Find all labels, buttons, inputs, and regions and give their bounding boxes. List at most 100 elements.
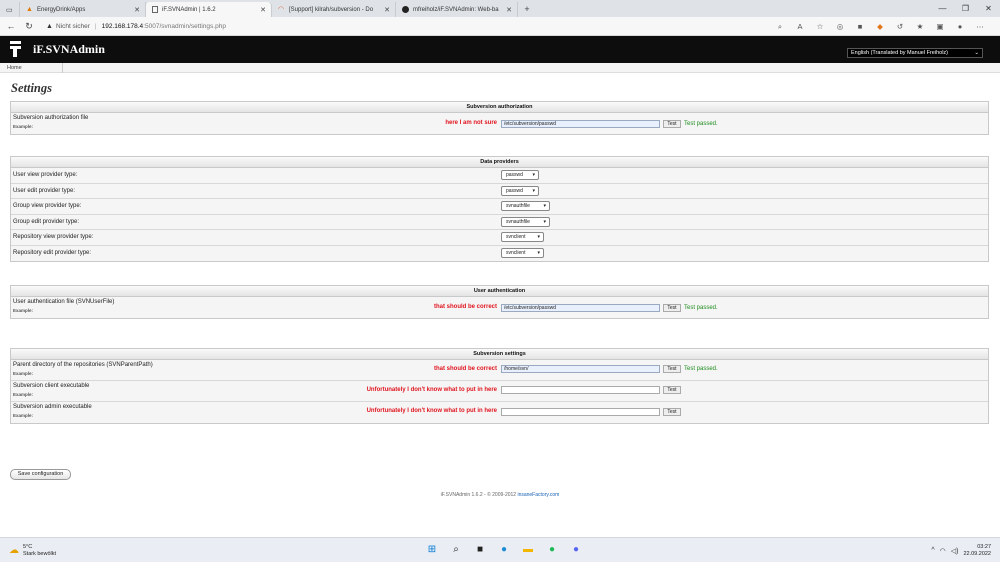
close-window-icon[interactable]: ✕ bbox=[977, 4, 1000, 13]
settings-row: Parent directory of the repositories (SV… bbox=[11, 360, 988, 381]
chevron-down-icon: ⌄ bbox=[974, 50, 979, 56]
github-icon bbox=[402, 6, 409, 13]
taskbar-apps: ⊞ ⌕ ■ ● ▬ ● ● bbox=[424, 543, 592, 556]
test-button[interactable]: Test bbox=[663, 365, 681, 373]
section-title: Subversion settings bbox=[11, 349, 988, 360]
tab-support-forum[interactable]: ◠ [Support] kilrah/subversion - Do ✕ bbox=[272, 2, 396, 17]
close-icon[interactable]: ✕ bbox=[506, 6, 512, 14]
setting-label: Repository view provider type: bbox=[13, 234, 94, 240]
warning-icon: ▲ bbox=[46, 22, 53, 30]
provider-select[interactable]: svnclient ▾ bbox=[501, 232, 544, 242]
provider-select[interactable]: passwd ▾ bbox=[501, 185, 539, 196]
tab-github[interactable]: mfreiholz/iF.SVNAdmin: Web-ba ✕ bbox=[396, 2, 518, 17]
discord-icon[interactable]: ● bbox=[568, 543, 584, 556]
tab-label: iF.SVNAdmin | 1.6.2 bbox=[162, 6, 216, 13]
favorites-icon[interactable]: ★ bbox=[910, 22, 930, 31]
tab-label: EnergyDrink/Apps bbox=[37, 6, 86, 13]
task-view-icon[interactable]: ■ bbox=[472, 543, 488, 556]
settings-row: Repository edit provider type: svnclient… bbox=[11, 245, 988, 261]
tab-label: mfreiholz/iF.SVNAdmin: Web-ba bbox=[413, 6, 499, 13]
refresh-extension-icon[interactable]: ↺ bbox=[890, 22, 910, 31]
language-select-value: English (Translated by Manuel Freiholz) bbox=[851, 50, 949, 56]
annotation-note: here I am not sure bbox=[445, 120, 497, 126]
language-select[interactable]: English (Translated by Manuel Freiholz) … bbox=[847, 48, 983, 58]
select-value: svnclient bbox=[506, 249, 526, 256]
example-label: Example: bbox=[13, 308, 34, 313]
weather-widget[interactable]: ☁ 5°C Stark bewölkt bbox=[9, 544, 56, 557]
url-field[interactable]: ▲ Nicht sicher | 192.168.178.4 :5007/svn… bbox=[46, 23, 226, 30]
spotify-icon[interactable]: ● bbox=[544, 543, 560, 556]
new-tab-button[interactable]: + bbox=[518, 2, 536, 17]
file-explorer-icon[interactable]: ▬ bbox=[520, 543, 536, 556]
close-icon[interactable]: ✕ bbox=[134, 6, 140, 14]
section-subversion-settings: Subversion settings Parent directory of … bbox=[10, 348, 989, 424]
chevron-down-icon: ▾ bbox=[543, 203, 546, 209]
tab-svnadmin[interactable]: iF.SVNAdmin | 1.6.2 ✕ bbox=[146, 2, 272, 17]
svn-admin-executable-input[interactable] bbox=[501, 408, 660, 416]
clock-date: 22.09.2022 bbox=[963, 550, 991, 557]
page-title: Settings bbox=[11, 81, 52, 95]
settings-row: User edit provider type: passwd ▾ bbox=[11, 183, 988, 199]
extension-icon[interactable]: ■ bbox=[850, 22, 870, 31]
extension-icon[interactable]: ◎ bbox=[830, 22, 850, 31]
test-button[interactable]: Test bbox=[663, 120, 681, 128]
select-value: svnauthfile bbox=[506, 218, 530, 225]
tab-energydrink[interactable]: ▲ EnergyDrink/Apps ✕ bbox=[20, 2, 146, 17]
toolbar-icons: ⌕ A ☆ ◎ ■ ◆ ↺ ★ ▣ ● ⋯ bbox=[770, 17, 990, 36]
wifi-icon[interactable]: ◠ bbox=[940, 547, 946, 555]
save-configuration-button[interactable]: Save configuration bbox=[10, 469, 71, 480]
app-title: iF.SVNAdmin bbox=[33, 42, 105, 56]
authorization-file-input[interactable]: /etc/subversion/passwd bbox=[501, 120, 660, 128]
reload-icon[interactable]: ↻ bbox=[22, 21, 36, 32]
minimize-icon[interactable]: — bbox=[931, 4, 954, 13]
back-icon[interactable]: ← bbox=[4, 21, 18, 31]
security-label: Nicht sicher bbox=[55, 22, 90, 30]
settings-row: Repository view provider type: svnclient… bbox=[11, 230, 988, 246]
read-aloud-icon[interactable]: A bbox=[790, 22, 810, 31]
user-file-input[interactable]: /etc/subversion/passwd bbox=[501, 304, 660, 312]
test-button[interactable]: Test bbox=[663, 408, 681, 416]
footer-link[interactable]: insaneFactory.com bbox=[517, 492, 559, 498]
setting-label: Subversion authorization file bbox=[13, 115, 89, 121]
window-controls: — ❐ ✕ bbox=[931, 0, 1000, 17]
setting-label: Repository edit provider type: bbox=[13, 249, 92, 256]
speaker-icon[interactable]: ◁) bbox=[951, 547, 959, 555]
profile-icon[interactable]: ● bbox=[950, 22, 970, 31]
provider-select[interactable]: passwd ▾ bbox=[501, 170, 539, 180]
maximize-icon[interactable]: ❐ bbox=[954, 4, 977, 13]
search-icon[interactable]: ⌕ bbox=[448, 543, 464, 556]
favorite-add-icon[interactable]: ☆ bbox=[810, 22, 830, 31]
metamask-icon[interactable]: ◆ bbox=[870, 22, 890, 31]
tab-actions-button[interactable]: ▭ bbox=[0, 2, 20, 17]
example-label: Example: bbox=[13, 392, 34, 397]
more-icon[interactable]: ⋯ bbox=[970, 22, 990, 31]
collections-icon[interactable]: ▣ bbox=[930, 22, 950, 31]
chevron-down-icon: ▾ bbox=[532, 172, 535, 178]
svn-parent-path-input[interactable]: /home/svn/ bbox=[501, 365, 660, 373]
windows-start-icon[interactable]: ⊞ bbox=[424, 543, 440, 556]
weather-description: Stark bewölkt bbox=[23, 550, 57, 557]
close-icon[interactable]: ✕ bbox=[260, 6, 266, 14]
select-value: passwd bbox=[506, 172, 523, 178]
chevron-down-icon: ▾ bbox=[537, 234, 540, 240]
provider-select[interactable]: svnclient ▾ bbox=[501, 247, 544, 258]
test-button[interactable]: Test bbox=[663, 386, 681, 394]
svn-client-executable-input[interactable] bbox=[501, 386, 660, 394]
close-icon[interactable]: ✕ bbox=[384, 6, 390, 14]
chevron-down-icon: ▾ bbox=[543, 218, 546, 225]
footer: iF.SVNAdmin 1.6.2 - © 2009-2012 insaneFa… bbox=[0, 492, 1000, 498]
chevron-down-icon: ▾ bbox=[537, 249, 540, 256]
breadcrumb-home[interactable]: Home bbox=[7, 65, 22, 71]
setting-label: Parent directory of the repositories (SV… bbox=[13, 362, 153, 368]
test-button[interactable]: Test bbox=[663, 304, 681, 312]
provider-select[interactable]: svnauthfile ▾ bbox=[501, 216, 550, 227]
cloud-sun-icon: ☁ bbox=[9, 545, 19, 556]
section-title: Subversion authorization bbox=[11, 102, 988, 113]
section-user-authentication: User authentication User authentication … bbox=[10, 285, 989, 319]
chevron-up-icon[interactable]: ^ bbox=[931, 547, 934, 554]
edge-icon[interactable]: ● bbox=[496, 543, 512, 556]
provider-select[interactable]: svnauthfile ▾ bbox=[501, 201, 550, 211]
search-icon[interactable]: ⌕ bbox=[770, 22, 790, 32]
settings-row: Subversion authorization file Example: h… bbox=[11, 113, 988, 134]
clock[interactable]: 03:27 22.09.2022 bbox=[963, 544, 991, 557]
